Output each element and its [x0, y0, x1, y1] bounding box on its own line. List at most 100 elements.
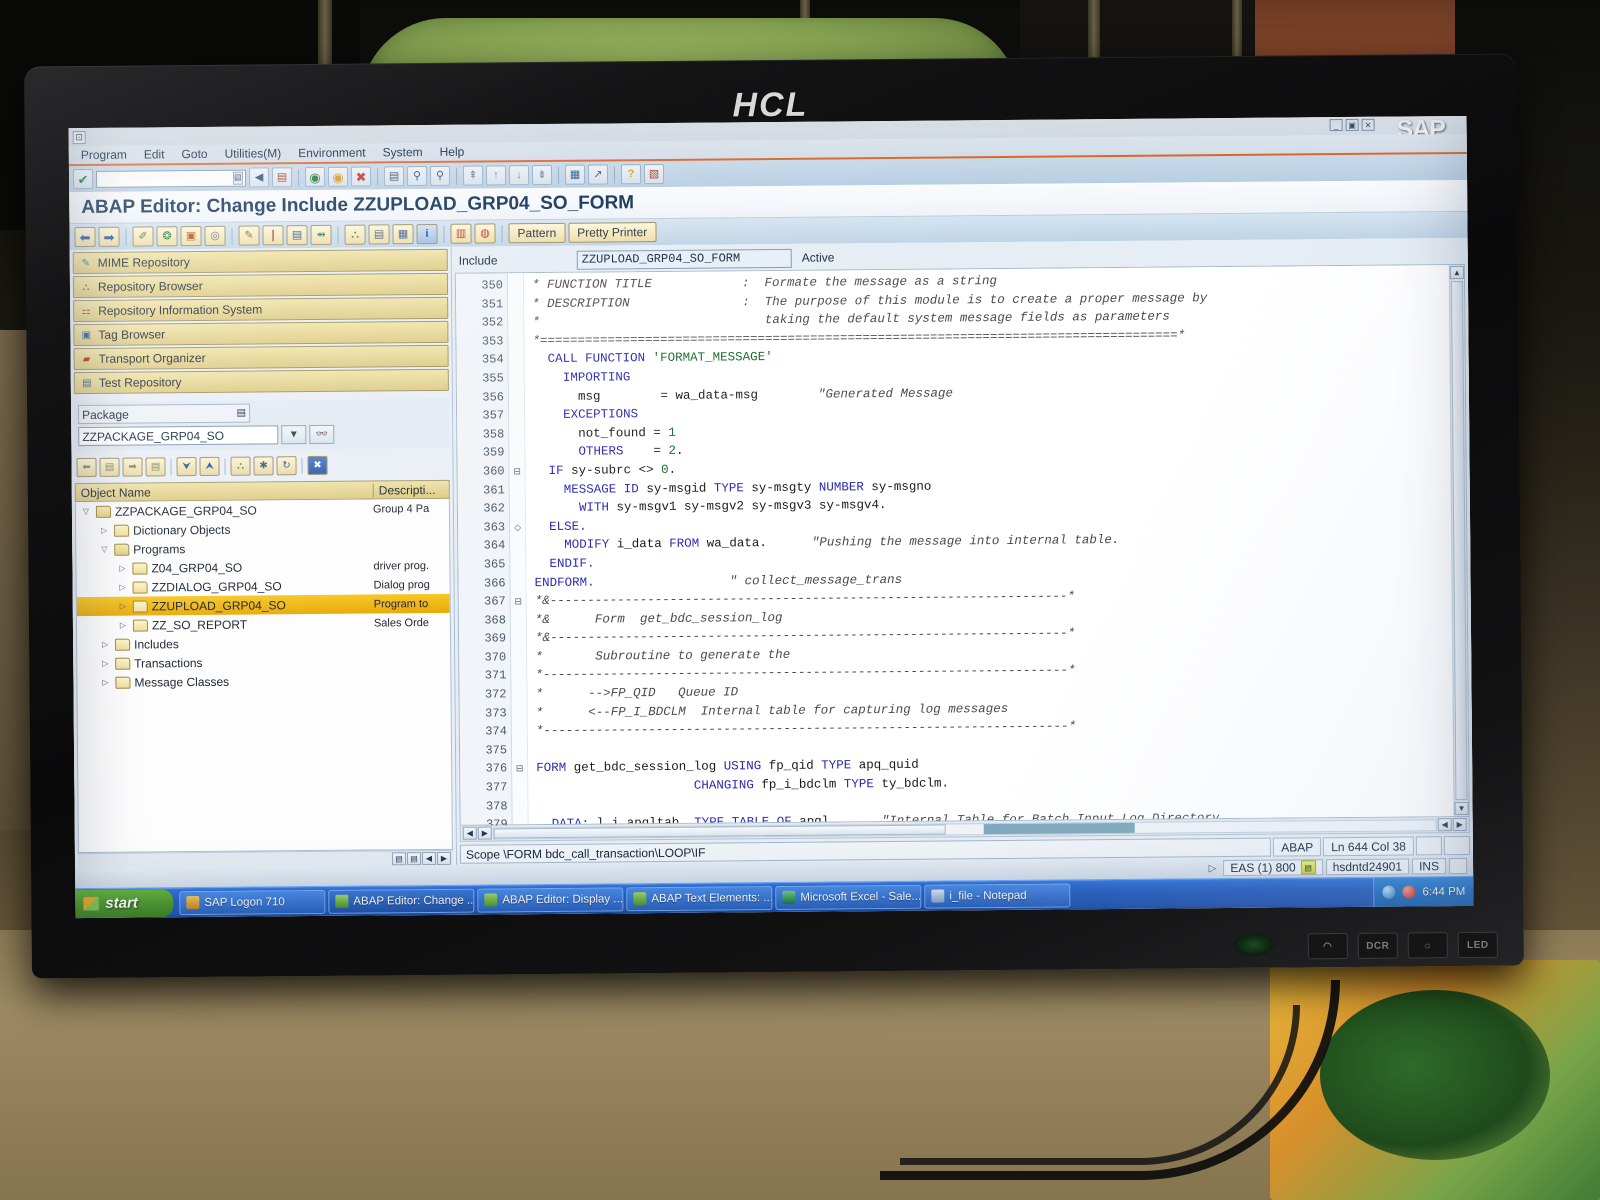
brightness-button[interactable]: ☼ [1407, 932, 1448, 959]
expand-twisty-icon[interactable]: ▷ [98, 526, 110, 535]
tree-object-list-button[interactable]: ⛬ [230, 456, 251, 476]
next-page-icon[interactable]: ↓ [508, 165, 530, 186]
sidebar-item-transport-organizer[interactable]: ▰ Transport Organizer [73, 344, 449, 371]
pretty-printer-button[interactable]: Pretty Printer [568, 222, 657, 243]
insert-statement-icon[interactable]: ❘ [262, 225, 284, 246]
tree-expand-button[interactable]: ⮝ [199, 456, 220, 477]
table-row[interactable]: ▷ Message Classes [77, 670, 450, 692]
object-list-icon[interactable]: ▤ [286, 225, 308, 246]
system-tray[interactable]: 6:44 PM [1373, 876, 1474, 908]
test-icon[interactable]: ▣ [180, 225, 202, 247]
fold-toggle-icon[interactable]: ◇ [510, 518, 525, 537]
command-field-dropdown-icon[interactable]: ▤ [232, 171, 244, 185]
package-input[interactable] [78, 425, 279, 447]
taskbar-item-abap-editor-change[interactable]: ABAP Editor: Change ... [328, 888, 475, 914]
start-button[interactable]: start [75, 888, 174, 918]
expand-twisty-icon[interactable]: ▷ [117, 602, 129, 611]
navigator-shortcut-list[interactable]: ✎ MIME Repository ⛬ Repository Browser ⚏… [72, 248, 449, 395]
scroll-resize-handle[interactable]: ▤ [391, 851, 407, 865]
expand-twisty-icon[interactable]: ▷ [99, 640, 111, 649]
back-arrow-icon[interactable]: ◀ [248, 167, 270, 188]
taskbar-item-abap-text-elements[interactable]: ABAP Text Elements: ... [626, 885, 773, 911]
print-icon[interactable]: ▤ [383, 166, 405, 187]
display-change-icon[interactable]: ✎ [238, 225, 260, 246]
menu-utilities[interactable]: Utilities(M) [224, 146, 281, 160]
horizontal-scroll-thumb[interactable] [493, 824, 946, 838]
menu-help[interactable]: Help [440, 145, 465, 159]
tree-back-history-button[interactable]: ▤ [99, 457, 120, 477]
system-indicator[interactable]: EAS (1) 800 ▤ [1223, 859, 1323, 877]
hscroll-left-button[interactable]: ◀ [462, 826, 477, 840]
dcr-button[interactable]: DCR [1357, 932, 1398, 959]
monitor-bezel-controls[interactable]: ◠ DCR ☼ LED [1307, 931, 1498, 960]
print-preview-icon[interactable]: ▤ [368, 224, 390, 245]
tree-back-button[interactable]: ⬅ [76, 457, 97, 478]
fold-toggle-icon[interactable]: ⊟ [512, 760, 527, 779]
minimize-icon[interactable]: _ [1329, 119, 1343, 132]
navigate-icon[interactable]: ⇴ [310, 224, 332, 246]
taskbar-item-abap-editor-display[interactable]: ABAP Editor: Display ... [477, 886, 624, 913]
fold-toggle-icon[interactable]: ⊟ [511, 592, 526, 611]
menu-program[interactable]: Program [81, 148, 127, 162]
scroll-resize-handle-2[interactable]: ▤ [406, 851, 422, 865]
help-icon[interactable]: ? [620, 164, 642, 185]
last-page-icon[interactable]: ⇟ [531, 164, 553, 186]
menu-goto[interactable]: Goto [181, 147, 207, 161]
tree-filter-button[interactable]: ✱ [253, 456, 274, 476]
tree-collapse-button[interactable]: ⮟ [176, 457, 197, 477]
menu-edit[interactable]: Edit [144, 147, 165, 161]
command-field-input[interactable] [98, 171, 233, 185]
scroll-down-button[interactable]: ▼ [1454, 801, 1469, 816]
taskbar-buttons[interactable]: SAP Logon 710 ABAP Editor: Change ... AB… [173, 880, 1373, 915]
tree-toolbar[interactable]: ⬅ ▤ ➡ ▤ ⮟ ⮝ ⛬ ✱ ↻ ✖ [74, 455, 449, 478]
scroll-right-button[interactable]: ▶ [436, 851, 452, 865]
scroll-up-button[interactable]: ▲ [1449, 265, 1464, 280]
eco-mode-button[interactable]: ◠ [1307, 933, 1348, 960]
source-code-pane[interactable]: 350 351 352 353 354 355 356 357 358 359 360 361 362 3… [454, 263, 1470, 832]
tree-refresh-button[interactable]: ↻ [276, 456, 297, 476]
sidebar-item-mime-repository[interactable]: ✎ MIME Repository [72, 248, 448, 275]
find-next-icon[interactable]: ⚲ [429, 165, 451, 186]
save-icon[interactable]: ▤ [271, 167, 293, 188]
expand-twisty-icon[interactable]: ▷ [116, 564, 128, 573]
command-field[interactable]: ▤ [95, 169, 247, 188]
expand-twisty-icon[interactable]: ▷ [117, 621, 129, 630]
status-expand-icon[interactable]: ▷ [1209, 863, 1221, 874]
layout-menu-icon[interactable]: ▧ [643, 163, 665, 185]
object-tree[interactable]: ▽ ZZPACKAGE_GRP04_SO Group 4 Pa ▷ Dictio… [74, 498, 453, 854]
sidebar-item-repository-browser[interactable]: ⛬ Repository Browser [72, 272, 449, 299]
taskbar-item-microsoft-excel[interactable]: Microsoft Excel - Sale... [775, 884, 922, 910]
find-icon[interactable]: ⚲ [406, 166, 428, 187]
close-icon[interactable]: ✕ [1361, 118, 1375, 131]
forward-arrow-icon[interactable]: ➡ [98, 226, 120, 247]
debug-icon[interactable]: ▥ [450, 223, 472, 244]
scroll-left-button[interactable]: ◀ [421, 851, 437, 865]
structure-icon[interactable]: ⛬ [344, 224, 366, 245]
maximize-icon[interactable]: ▣ [1345, 118, 1359, 131]
fold-toggle-icon[interactable]: ⊟ [510, 462, 525, 481]
enter-check-icon[interactable]: ✔ [72, 168, 94, 190]
hscroll-left-button-2[interactable]: ◀ [1437, 818, 1452, 832]
check-syntax-icon[interactable]: ✐ [132, 226, 154, 247]
create-shortcut-icon[interactable]: ↗ [587, 164, 609, 185]
sidebar-item-repository-information-system[interactable]: ⚏ Repository Information System [73, 296, 449, 323]
expand-twisty-icon[interactable]: ▷ [99, 659, 111, 668]
back-icon[interactable]: ◉ [304, 166, 326, 188]
first-page-icon[interactable]: ⇞ [462, 165, 484, 186]
chevron-down-icon[interactable]: ▼ [281, 425, 307, 445]
tree-forward-button[interactable]: ➡ [122, 457, 143, 477]
hscroll-right-button-2[interactable]: ▶ [1452, 817, 1467, 832]
hscroll-right-button[interactable]: ▶ [477, 826, 492, 840]
taskbar-item-sap-logon[interactable]: SAP Logon 710 [179, 889, 326, 915]
tray-clock[interactable]: 6:44 PM [1422, 885, 1465, 897]
sidebar-item-test-repository[interactable]: ▤ Test Repository [73, 368, 449, 395]
insert-mode-indicator[interactable]: INS [1411, 858, 1447, 875]
cancel-icon[interactable]: ✖ [350, 166, 372, 187]
taskbar-item-notepad[interactable]: i_file - Notepad [924, 882, 1071, 909]
new-session-icon[interactable]: ▦ [564, 164, 586, 185]
vertical-scroll-thumb[interactable] [1450, 280, 1468, 801]
package-type-selector[interactable]: Package ▤ [78, 403, 251, 425]
documentation-icon[interactable]: ▦ [392, 224, 414, 245]
activate-icon[interactable]: ❂ [156, 226, 178, 247]
expand-twisty-icon[interactable]: ▷ [99, 678, 111, 687]
